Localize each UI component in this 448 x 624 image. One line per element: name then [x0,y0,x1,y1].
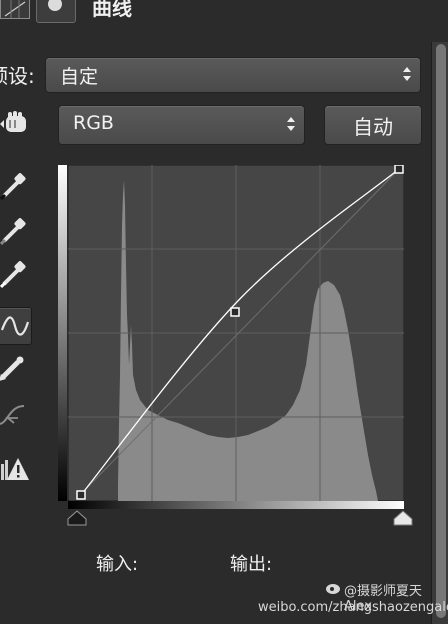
curves-graph[interactable] [68,165,404,501]
output-gradient-bar [58,165,67,501]
curve-point-mid[interactable] [230,307,240,317]
black-point-slider[interactable] [66,509,88,527]
gray-point-eyedropper-icon[interactable] [0,213,30,247]
curve-point-tool-icon[interactable] [0,307,32,345]
clipping-warning-icon[interactable] [0,452,30,486]
auto-button[interactable]: 自动 [324,105,422,145]
select-arrows-icon [287,117,295,131]
select-arrows-icon [403,67,411,81]
pencil-draw-icon[interactable] [0,350,30,384]
weibo-logo-icon [325,580,343,594]
watermark-url: weibo.com/zhangshaozengalex [258,600,448,615]
input-label: 输入: [96,554,139,575]
black-point-eyedropper-icon[interactable] [0,168,30,202]
layer-mask-icon[interactable] [36,0,76,23]
preset-value: 自定 [60,66,99,88]
auto-button-label: 自动 [353,115,393,139]
on-image-adjust-hand-icon[interactable] [0,106,32,140]
scrollbar-thumb[interactable] [436,44,446,618]
curve-point-white[interactable] [394,165,404,174]
input-gradient-bar [68,501,404,509]
white-point-eyedropper-icon[interactable] [0,256,30,290]
white-point-slider[interactable] [392,509,414,527]
panel-title: 曲线 [92,0,132,20]
preset-label: 预设: [0,64,35,88]
channel-select[interactable]: RGB [58,105,305,145]
output-label: 输出: [230,554,273,575]
curves-adjustment-icon[interactable] [0,0,30,19]
curve-point-black[interactable] [76,490,86,500]
channel-value: RGB [73,112,114,134]
smooth-curve-icon[interactable] [0,398,30,432]
preset-select[interactable]: 自定 [45,57,421,93]
